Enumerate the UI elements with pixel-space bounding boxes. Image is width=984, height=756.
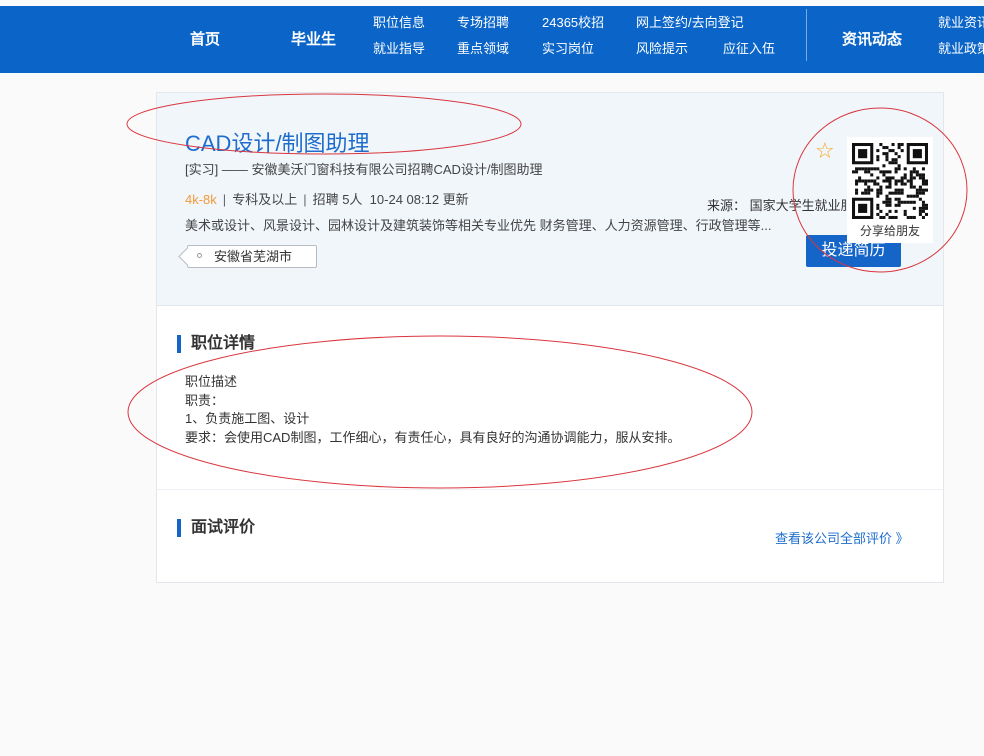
job-title: CAD设计/制图助理 <box>185 131 370 156</box>
nav-risk-alerts[interactable]: 风险提示 <box>636 42 688 56</box>
qr-code-icon <box>852 143 928 219</box>
nav-special-recruit[interactable]: 专场招聘 <box>457 16 509 30</box>
education: 专科及以上 <box>232 192 298 207</box>
nav-campus-24365[interactable]: 24365校招 <box>542 16 604 30</box>
nav-job-info[interactable]: 职位信息 <box>373 16 425 30</box>
job-requirements: 美术或设计、风景设计、园林设计及建筑装饰等相关专业优先 财务管理、人力资源管理、… <box>185 218 772 233</box>
job-meta: 4k-8k | 专科及以上 | 招聘 5人 10-24 08:12 更新 <box>185 192 469 207</box>
pin-dot-icon <box>197 253 202 258</box>
nav-enlistment[interactable]: 应征入伍 <box>723 42 775 56</box>
nav-news[interactable]: 资讯动态 <box>842 6 902 73</box>
nav-internships[interactable]: 实习岗位 <box>542 42 594 56</box>
recruit-count: 招聘 5人 <box>312 192 363 207</box>
section-divider <box>157 489 943 490</box>
location-text: 安徽省芜湖市 <box>214 249 293 264</box>
detail-section-title: 职位详情 <box>177 335 255 353</box>
nav-home[interactable]: 首页 <box>190 6 220 73</box>
review-section-title: 面试评价 <box>177 519 255 537</box>
location-tag: 安徽省芜湖市 <box>178 245 317 268</box>
job-description: 职位描述 职责： 1、负责施工图、设计 要求：会使用CAD制图，工作细心，有责任… <box>185 373 680 447</box>
nav-key-fields[interactable]: 重点领域 <box>457 42 509 56</box>
desc-line: 职责： <box>185 392 225 408</box>
desc-line: 1、负责施工图、设计 <box>185 411 310 426</box>
nav-online-signing[interactable]: 网上签约/去向登记 <box>636 16 744 30</box>
share-qr-panel: 分享给朋友 <box>847 137 933 243</box>
top-nav-bar: 首页 毕业生 职位信息 专场招聘 24365校招 网上签约/去向登记 就业指导 … <box>0 6 984 73</box>
desc-line: 职位描述 <box>185 374 238 389</box>
nav-divider <box>806 9 807 61</box>
nav-employment-news[interactable]: 就业资讯 <box>938 16 984 30</box>
job-subtitle: [实习] —— 安徽美沃门窗科技有限公司招聘CAD设计/制图助理 <box>185 162 543 177</box>
update-time: 10-24 08:12 更新 <box>369 192 469 207</box>
job-card: CAD设计/制图助理 [实习] —— 安徽美沃门窗科技有限公司招聘CAD设计/制… <box>156 92 944 583</box>
all-reviews-link[interactable]: 查看该公司全部评价 》 <box>775 528 909 547</box>
nav-career-guidance[interactable]: 就业指导 <box>373 42 425 56</box>
job-header: CAD设计/制图助理 [实习] —— 安徽美沃门窗科技有限公司招聘CAD设计/制… <box>157 93 943 306</box>
desc-line: 要求：会使用CAD制图，工作细心，有责任心，具有良好的沟通协调能力，服从安排。 <box>185 429 681 445</box>
salary: 4k-8k <box>185 192 217 207</box>
share-caption: 分享给朋友 <box>859 224 920 238</box>
nav-employment-policy[interactable]: 就业政策 <box>938 42 984 56</box>
favorite-star-icon[interactable]: ☆ <box>815 139 835 163</box>
nav-graduates[interactable]: 毕业生 <box>291 6 336 73</box>
